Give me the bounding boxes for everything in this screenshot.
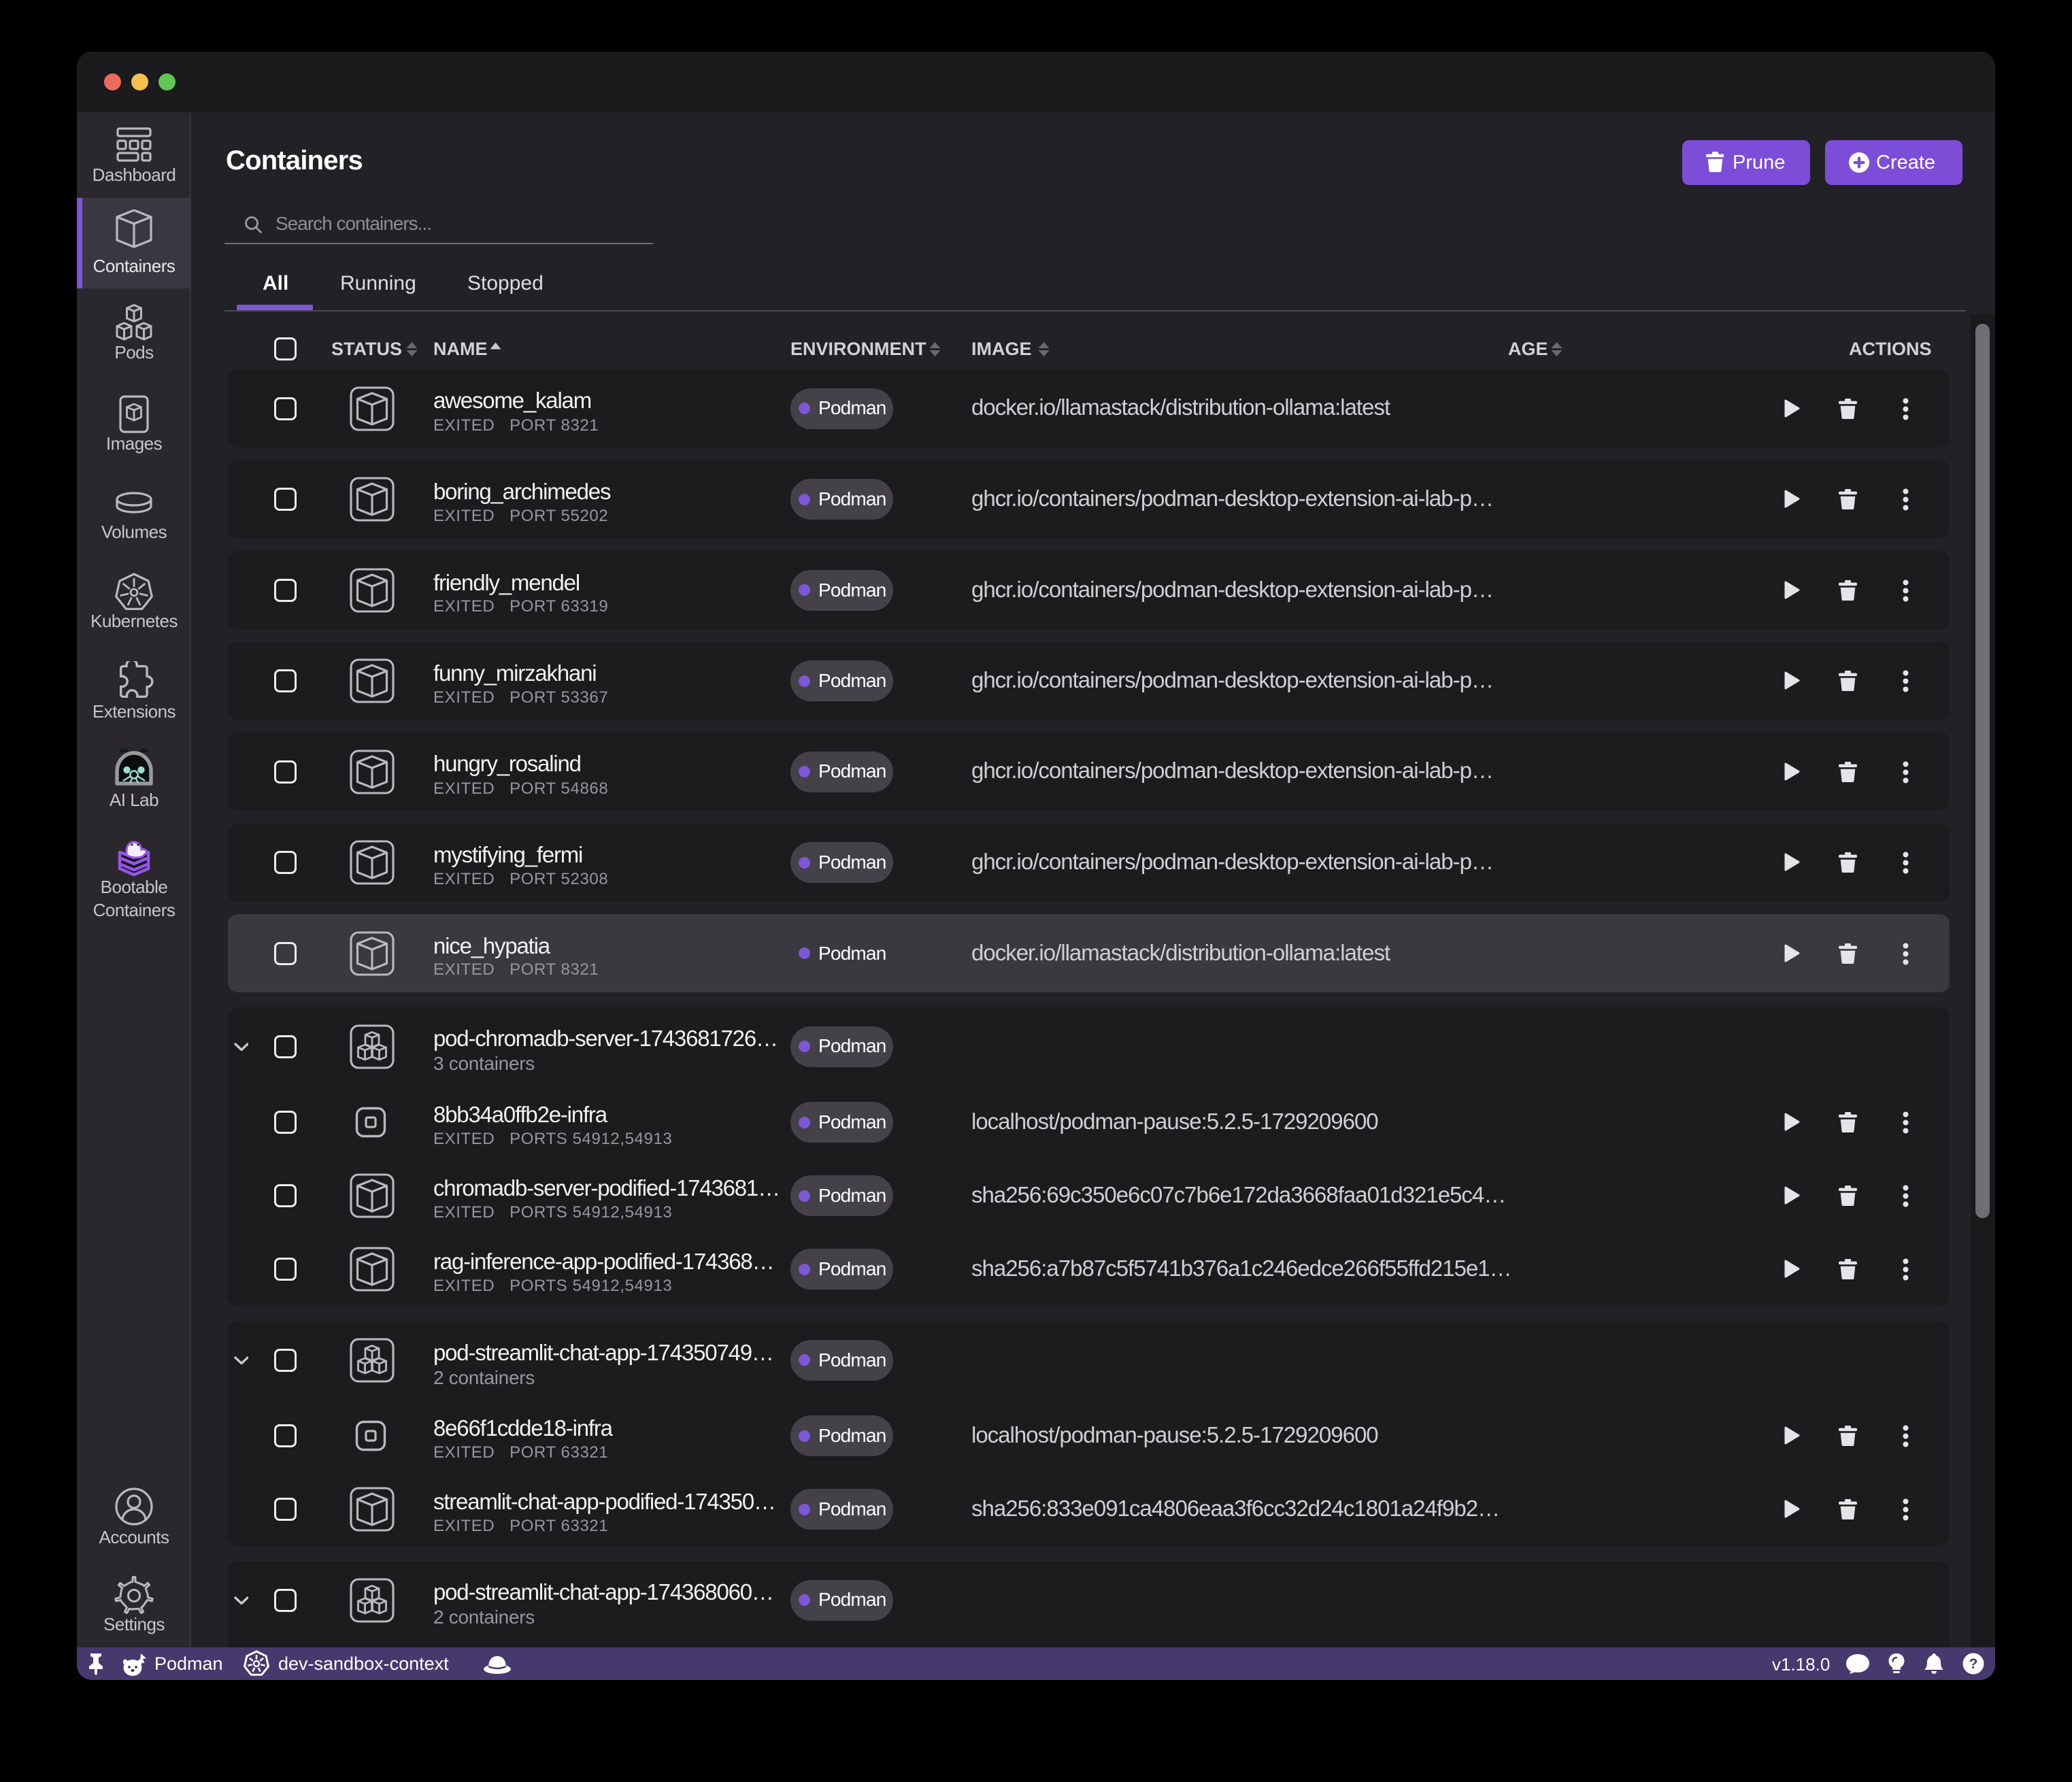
svg-text:?: ? (1969, 1656, 1978, 1672)
